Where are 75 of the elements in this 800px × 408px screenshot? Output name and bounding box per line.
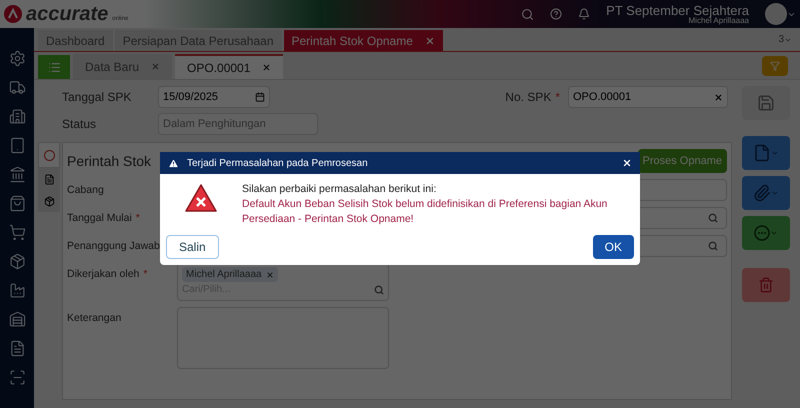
required-mark: * — [136, 212, 140, 224]
avatar[interactable] — [765, 3, 787, 25]
search-icon — [374, 284, 384, 294]
required-mark: * — [143, 268, 148, 280]
field-label: Dikerjakan oleh — [67, 268, 140, 280]
bank-icon[interactable] — [8, 166, 26, 183]
text-field[interactable] — [637, 179, 727, 201]
filter-button[interactable] — [762, 56, 788, 76]
cart-icon[interactable] — [8, 224, 26, 241]
tablet-icon[interactable] — [8, 137, 26, 154]
more-icon — [754, 225, 770, 241]
document-icon[interactable] — [8, 340, 26, 357]
field-label: Penanggung Jawab — [67, 240, 160, 252]
chevron-icon — [770, 229, 778, 237]
search-field[interactable] — [637, 235, 727, 257]
help-icon[interactable] — [550, 8, 562, 20]
search-icon — [708, 213, 718, 223]
error-icon — [185, 184, 217, 212]
warehouse-icon[interactable] — [8, 311, 26, 328]
save-icon — [757, 94, 775, 112]
package-icon[interactable] — [8, 253, 26, 270]
company-name: PT September Sejahtera — [606, 4, 749, 16]
search-field[interactable] — [637, 207, 727, 229]
document-icon — [753, 144, 771, 162]
tab[interactable]: Perintah Stok Opname — [284, 30, 443, 51]
user-name: Michel Aprillaaaa — [688, 16, 749, 24]
paperclip-icon — [753, 184, 771, 202]
field-label: Tanggal Mulai — [67, 212, 132, 224]
tab-counter[interactable]: 3 — [778, 32, 792, 47]
filter-icon — [770, 61, 780, 71]
dialog-intro: Silakan perbaiki permasalahan berikut ini: — [242, 182, 436, 197]
bell-icon[interactable] — [578, 8, 590, 20]
number-field[interactable]: OPO.00001 — [568, 86, 728, 108]
process-button[interactable]: Proses Opname — [638, 149, 727, 173]
copy-button[interactable]: Salin — [166, 235, 219, 259]
calendar-icon[interactable] — [255, 92, 265, 102]
save-button[interactable] — [742, 86, 790, 120]
selected-chip[interactable]: Michel Aprillaaaa — [182, 267, 278, 282]
field-label: Status — [62, 116, 98, 133]
required-mark: * — [555, 89, 560, 106]
delete-button[interactable] — [742, 268, 790, 302]
warning-icon — [168, 158, 179, 168]
info-icon — [44, 150, 54, 160]
document-icon — [44, 174, 54, 184]
field-label: Keterangan — [67, 312, 122, 324]
tab[interactable]: OPO.00001 — [175, 54, 284, 79]
building-icon[interactable] — [8, 108, 26, 125]
error-message: Default Akun Beban Selisih Stok belum didefinisikan di Preferensi bagian Akun Persediaan - Perintan Stok Opname! — [242, 197, 608, 227]
field-label: Tanggal SPK — [62, 89, 132, 106]
close-icon[interactable] — [622, 158, 632, 168]
package-icon — [44, 196, 54, 206]
list-button[interactable] — [38, 55, 70, 79]
factory-icon[interactable] — [8, 282, 26, 299]
ok-button[interactable]: OK — [592, 235, 634, 259]
bag-icon[interactable] — [8, 195, 26, 212]
brand-name: accurate — [26, 4, 108, 24]
document-tab[interactable] — [38, 168, 60, 190]
logo-icon — [4, 5, 22, 23]
date-field[interactable]: 15/09/2025 — [158, 86, 270, 108]
remove-icon[interactable] — [266, 270, 274, 278]
settings-icon[interactable] — [8, 50, 26, 67]
clear-icon[interactable] — [714, 92, 723, 102]
chevron-icon — [771, 149, 779, 157]
truck-icon[interactable] — [8, 79, 26, 96]
dialog-title: Terjadi Permasalahan pada Pemrosesan — [187, 156, 369, 170]
trash-icon — [758, 277, 774, 293]
field-label: No. SPK — [505, 89, 552, 106]
archive-tab[interactable] — [38, 190, 60, 212]
search-icon — [708, 241, 718, 251]
field-label: Cabang — [67, 184, 104, 196]
search-icon[interactable] — [521, 8, 534, 20]
chevron-icon — [771, 189, 779, 197]
card-title: Perintah Stok — [67, 152, 152, 170]
more-button[interactable] — [742, 216, 790, 250]
scan-icon[interactable] — [8, 369, 26, 386]
